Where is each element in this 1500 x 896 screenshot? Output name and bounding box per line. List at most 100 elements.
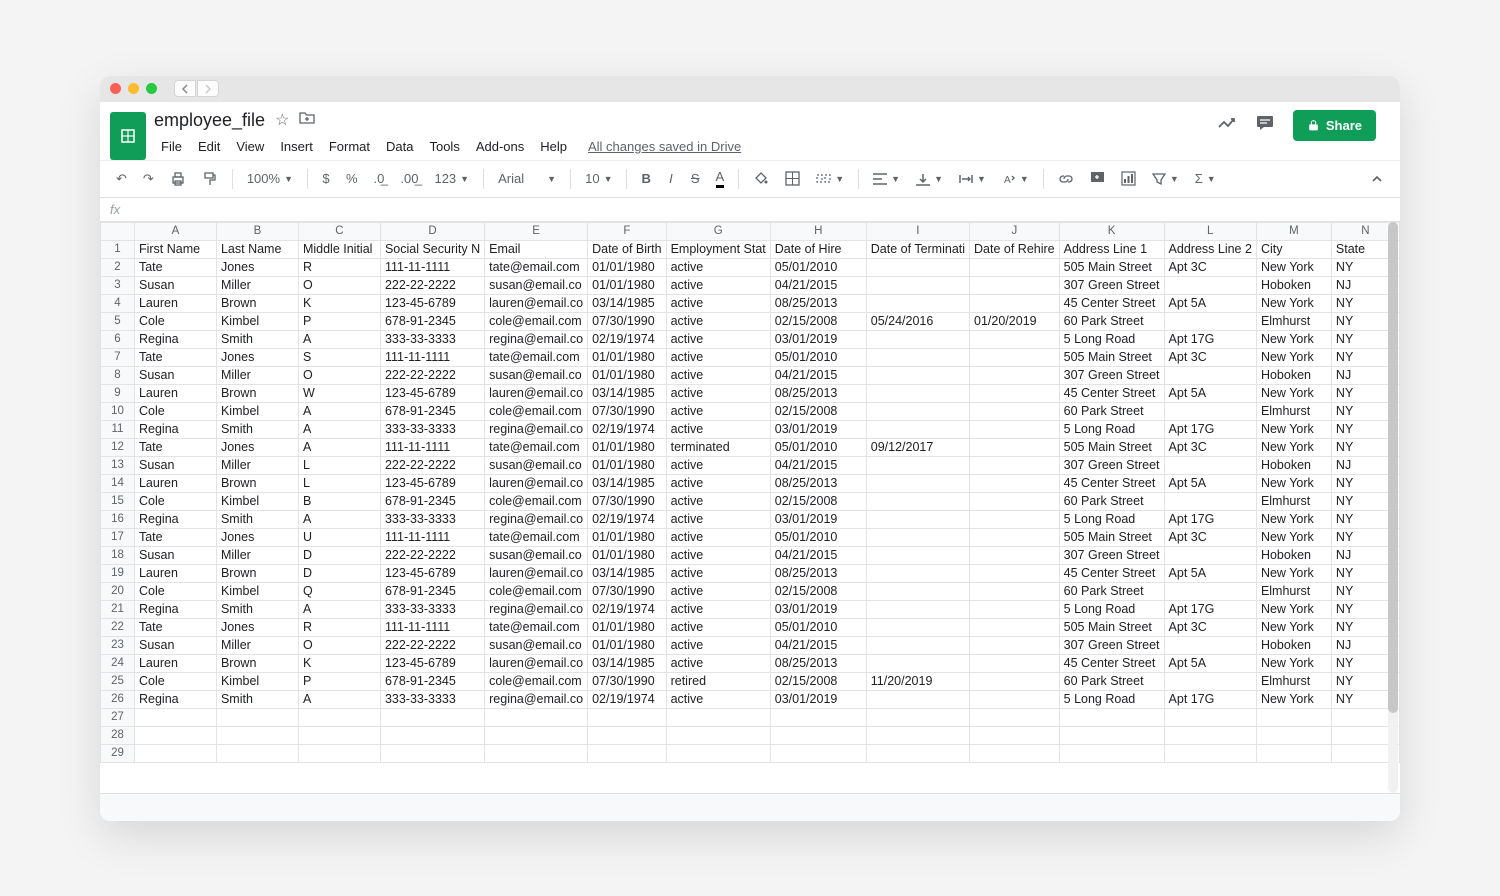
- cell[interactable]: New York: [1256, 528, 1331, 546]
- cell[interactable]: 03/01/2019: [770, 600, 866, 618]
- cell[interactable]: 02/19/1974: [588, 690, 666, 708]
- cell[interactable]: 11/20/2019: [866, 672, 969, 690]
- cell[interactable]: L: [298, 474, 380, 492]
- menu-edit[interactable]: Edit: [191, 135, 227, 158]
- cell[interactable]: Brown: [216, 294, 298, 312]
- cell[interactable]: New York: [1256, 618, 1331, 636]
- cell[interactable]: [588, 744, 666, 762]
- comments-icon[interactable]: [1255, 113, 1275, 138]
- cell[interactable]: 07/30/1990: [588, 582, 666, 600]
- cell[interactable]: 03/01/2019: [770, 330, 866, 348]
- cell[interactable]: Apt 17G: [1164, 510, 1256, 528]
- filter-button[interactable]: ▼: [1146, 168, 1185, 190]
- cell[interactable]: 307 Green Street: [1059, 276, 1164, 294]
- cell[interactable]: active: [666, 312, 770, 330]
- document-title[interactable]: employee_file: [154, 110, 265, 131]
- cell[interactable]: 01/01/1980: [588, 546, 666, 564]
- cell[interactable]: 02/19/1974: [588, 510, 666, 528]
- cell[interactable]: Cole: [134, 672, 216, 690]
- row-header-4[interactable]: 4: [101, 294, 135, 312]
- cell[interactable]: [770, 744, 866, 762]
- cell[interactable]: 03/14/1985: [588, 474, 666, 492]
- cell[interactable]: New York: [1256, 258, 1331, 276]
- cell[interactable]: [866, 708, 969, 726]
- nav-forward-button[interactable]: [197, 80, 219, 97]
- cell[interactable]: Elmhurst: [1256, 312, 1331, 330]
- cell[interactable]: [866, 744, 969, 762]
- menu-add-ons[interactable]: Add-ons: [469, 135, 531, 158]
- menu-file[interactable]: File: [154, 135, 189, 158]
- more-formats-select[interactable]: 123▼: [428, 167, 475, 190]
- col-header-H[interactable]: H: [770, 222, 866, 240]
- cell[interactable]: Regina: [134, 600, 216, 618]
- cell[interactable]: cole@email.com: [485, 312, 588, 330]
- cell[interactable]: Hoboken: [1256, 546, 1331, 564]
- cell[interactable]: A: [298, 330, 380, 348]
- cell[interactable]: 08/25/2013: [770, 384, 866, 402]
- fill-color-button[interactable]: [747, 167, 775, 191]
- cell[interactable]: tate@email.com: [485, 528, 588, 546]
- cell[interactable]: Susan: [134, 456, 216, 474]
- cell[interactable]: 02/15/2008: [770, 582, 866, 600]
- cell[interactable]: [866, 636, 969, 654]
- row-header-29[interactable]: 29: [101, 744, 135, 762]
- cell[interactable]: Lauren: [134, 294, 216, 312]
- cell[interactable]: Apt 17G: [1164, 690, 1256, 708]
- cell[interactable]: Cole: [134, 402, 216, 420]
- cell[interactable]: [380, 726, 484, 744]
- cell[interactable]: [970, 492, 1060, 510]
- cell[interactable]: Tate: [134, 348, 216, 366]
- print-button[interactable]: [164, 167, 192, 191]
- cell[interactable]: Date of Birth: [588, 240, 666, 258]
- cell[interactable]: active: [666, 384, 770, 402]
- sheets-logo-icon[interactable]: [110, 112, 146, 160]
- cell[interactable]: 123-45-6789: [380, 654, 484, 672]
- redo-button[interactable]: ↷: [137, 167, 160, 191]
- cell[interactable]: 505 Main Street: [1059, 348, 1164, 366]
- col-header-B[interactable]: B: [216, 222, 298, 240]
- cell[interactable]: 08/25/2013: [770, 564, 866, 582]
- cell[interactable]: [970, 348, 1060, 366]
- cell[interactable]: lauren@email.co: [485, 294, 588, 312]
- cell[interactable]: Susan: [134, 546, 216, 564]
- cell[interactable]: New York: [1256, 510, 1331, 528]
- window-maximize-button[interactable]: [146, 83, 157, 94]
- cell[interactable]: Cole: [134, 582, 216, 600]
- cell[interactable]: active: [666, 654, 770, 672]
- cell[interactable]: W: [298, 384, 380, 402]
- cell[interactable]: active: [666, 474, 770, 492]
- cell[interactable]: 05/01/2010: [770, 438, 866, 456]
- cell[interactable]: [485, 744, 588, 762]
- row-header-8[interactable]: 8: [101, 366, 135, 384]
- cell[interactable]: [866, 474, 969, 492]
- paint-format-button[interactable]: [196, 167, 224, 191]
- cell[interactable]: Miller: [216, 546, 298, 564]
- cell[interactable]: 08/25/2013: [770, 474, 866, 492]
- cell[interactable]: 07/30/1990: [588, 402, 666, 420]
- cell[interactable]: Smith: [216, 330, 298, 348]
- cell[interactable]: [970, 402, 1060, 420]
- cell[interactable]: [1059, 744, 1164, 762]
- cell[interactable]: tate@email.com: [485, 258, 588, 276]
- percent-button[interactable]: %: [340, 167, 364, 190]
- cell[interactable]: Tate: [134, 618, 216, 636]
- cell[interactable]: 01/20/2019: [970, 312, 1060, 330]
- cell[interactable]: 123-45-6789: [380, 564, 484, 582]
- cell[interactable]: 02/15/2008: [770, 492, 866, 510]
- strikethrough-button[interactable]: S: [685, 167, 706, 190]
- cell[interactable]: [866, 546, 969, 564]
- cell[interactable]: 111-11-1111: [380, 348, 484, 366]
- cell[interactable]: cole@email.com: [485, 402, 588, 420]
- cell[interactable]: regina@email.co: [485, 330, 588, 348]
- cell[interactable]: Hoboken: [1256, 366, 1331, 384]
- cell[interactable]: New York: [1256, 420, 1331, 438]
- cell[interactable]: susan@email.co: [485, 456, 588, 474]
- cell[interactable]: susan@email.co: [485, 636, 588, 654]
- share-button[interactable]: Share: [1293, 110, 1376, 141]
- cell[interactable]: Brown: [216, 384, 298, 402]
- cell[interactable]: 02/15/2008: [770, 312, 866, 330]
- cell[interactable]: [970, 672, 1060, 690]
- cell[interactable]: [298, 744, 380, 762]
- cell[interactable]: R: [298, 258, 380, 276]
- cell[interactable]: active: [666, 618, 770, 636]
